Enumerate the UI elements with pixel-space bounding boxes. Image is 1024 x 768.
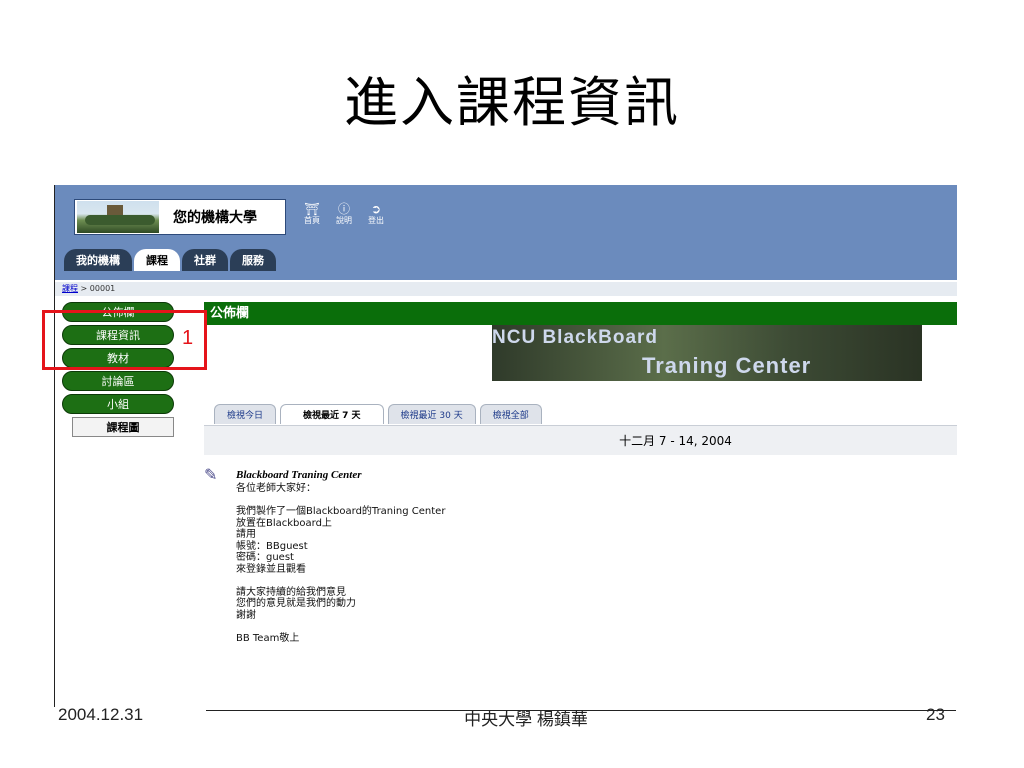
tab-my-institution[interactable]: 我的機構 — [64, 249, 132, 271]
page-number: 23 — [926, 705, 945, 724]
logout-icon: ➲ — [370, 202, 382, 216]
breadcrumb-courses-link[interactable]: 課程 — [62, 284, 78, 293]
date-range: 十二月 7 - 14, 2004 — [619, 434, 732, 448]
home-label: 首頁 — [304, 216, 320, 225]
tab-courses[interactable]: 課程 — [134, 249, 180, 271]
breadcrumb-separator: > — [78, 284, 90, 293]
logout-label: 登出 — [368, 216, 384, 225]
tab-view-7-days[interactable]: 檢視最近 7 天 — [280, 404, 384, 424]
institution-logo[interactable]: 您的機構大學 — [74, 199, 286, 235]
screenshot-border — [54, 185, 55, 707]
tab-view-30-days[interactable]: 檢視最近 30 天 — [387, 404, 476, 424]
breadcrumb: 課程 > 00001 — [54, 282, 957, 296]
home-icon: ⛩ — [304, 202, 320, 216]
portal-tabs: 我的機構 課程 社群 服務 — [64, 249, 276, 271]
campus-image — [77, 201, 159, 233]
announcement-title: Blackboard Traning Center — [236, 469, 362, 481]
training-center-banner: NCU BlackBoard Traning Center — [492, 325, 922, 381]
breadcrumb-current: 00001 — [89, 284, 116, 293]
banner-line-2: Traning Center — [642, 353, 812, 378]
announcements-header: 公佈欄 — [204, 302, 957, 325]
menu-item-discussion[interactable]: 討論區 — [62, 371, 174, 391]
footer-date: 2004.12.31 — [58, 705, 144, 724]
announcement-body: 各位老師大家好： 我們製作了一個Blackboard的Traning Cente… — [236, 483, 446, 644]
tab-services[interactable]: 服務 — [230, 249, 276, 271]
screenshot: 您的機構大學 ⛩ 首頁 ⓘ 說明 ➲ 登出 我的機構 課程 社群 服務 課程 >… — [54, 185, 957, 712]
step-number: 1 — [182, 327, 194, 349]
help-link[interactable]: ⓘ 說明 — [332, 203, 356, 226]
footer-author: 中央大學 楊鎮華 — [464, 710, 588, 729]
home-link[interactable]: ⛩ 首頁 — [300, 203, 324, 226]
help-icon: ⓘ — [337, 202, 350, 216]
view-tabs: 檢視今日 檢視最近 7 天 檢視最近 30 天 檢視全部 — [214, 404, 542, 424]
slide-title: 進入課程資訊 — [344, 71, 680, 134]
institution-name: 您的機構大學 — [173, 210, 257, 226]
menu-item-groups[interactable]: 小組 — [62, 394, 174, 414]
help-label: 說明 — [336, 216, 352, 225]
tab-view-today[interactable]: 檢視今日 — [214, 404, 277, 424]
tab-community[interactable]: 社群 — [182, 249, 228, 271]
logout-link[interactable]: ➲ 登出 — [364, 203, 388, 226]
banner-line-1: NCU BlackBoard — [492, 327, 659, 348]
slide: 進入課程資訊 您的機構大學 ⛩ 首頁 ⓘ 說明 ➲ 登出 我的機構 課程 社群 … — [0, 0, 1024, 768]
tab-view-all[interactable]: 檢視全部 — [479, 404, 542, 424]
top-icons: ⛩ 首頁 ⓘ 說明 ➲ 登出 — [300, 203, 388, 226]
course-map-button[interactable]: 課程圖 — [72, 417, 174, 437]
date-range-bar: 十二月 7 - 14, 2004 — [204, 425, 957, 455]
portal-header: 您的機構大學 ⛩ 首頁 ⓘ 說明 ➲ 登出 我的機構 課程 社群 服務 — [54, 185, 957, 280]
announcement-icon: ✎ — [204, 465, 218, 484]
